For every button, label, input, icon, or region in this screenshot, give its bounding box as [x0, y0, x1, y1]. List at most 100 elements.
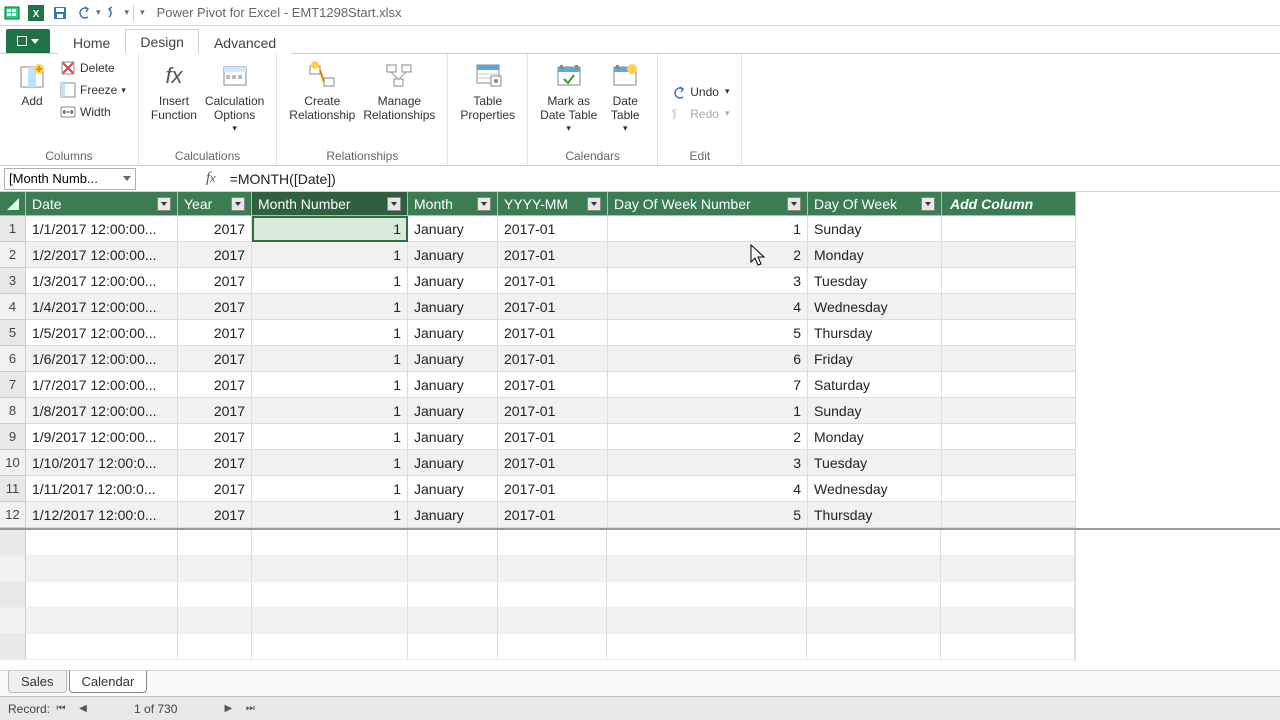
cell-month[interactable]: January — [408, 372, 498, 398]
cell-add[interactable] — [942, 346, 1076, 372]
cell-dow-num[interactable]: 1 — [608, 216, 808, 242]
cell-month-number[interactable]: 1 — [252, 450, 408, 476]
cell-month[interactable]: January — [408, 502, 498, 528]
filter-icon[interactable] — [587, 197, 601, 211]
row-header[interactable]: 2 — [0, 242, 26, 268]
cell-month[interactable]: January — [408, 450, 498, 476]
add-column-button[interactable]: Add — [8, 58, 56, 147]
file-tab[interactable] — [6, 29, 50, 53]
tab-advanced[interactable]: Advanced — [199, 30, 291, 54]
cell-dow[interactable]: Tuesday — [808, 450, 942, 476]
mark-date-table-button[interactable]: Mark as Date Table▾ — [536, 58, 601, 147]
undo-ribbon-button[interactable]: Undo▾ — [666, 82, 733, 102]
name-box[interactable]: [Month Numb... — [4, 168, 136, 190]
row-header[interactable]: 1 — [0, 216, 26, 242]
cell-date[interactable]: 1/2/2017 12:00:00... — [26, 242, 178, 268]
date-table-button[interactable]: Date Table▾ — [601, 58, 649, 147]
row-header[interactable]: 7 — [0, 372, 26, 398]
cell-dow[interactable]: Saturday — [808, 372, 942, 398]
insert-function-button[interactable]: fx Insert Function — [147, 58, 201, 147]
cell-year[interactable]: 2017 — [178, 398, 252, 424]
cell-year[interactable]: 2017 — [178, 320, 252, 346]
cell-dow[interactable]: Monday — [808, 242, 942, 268]
cell-month[interactable]: January — [408, 424, 498, 450]
last-record-button[interactable]: ⏭ — [241, 701, 259, 717]
cell-dow[interactable]: Monday — [808, 424, 942, 450]
cell-month-number[interactable]: 1 — [252, 502, 408, 528]
filter-icon[interactable] — [921, 197, 935, 211]
freeze-button[interactable]: Freeze▾ — [56, 80, 130, 100]
cell-yyyy-mm[interactable]: 2017-01 — [498, 320, 608, 346]
cell-month-number[interactable]: 1 — [252, 320, 408, 346]
cell-add[interactable] — [942, 502, 1076, 528]
filter-icon[interactable] — [387, 197, 401, 211]
cell-add[interactable] — [942, 268, 1076, 294]
calculation-options-button[interactable]: Calculation Options▾ — [201, 58, 268, 147]
fx-icon[interactable]: fx — [206, 170, 216, 187]
cell-add[interactable] — [942, 398, 1076, 424]
cell-date[interactable]: 1/4/2017 12:00:00... — [26, 294, 178, 320]
cell-month[interactable]: January — [408, 398, 498, 424]
cell-year[interactable]: 2017 — [178, 268, 252, 294]
cell-date[interactable]: 1/6/2017 12:00:00... — [26, 346, 178, 372]
cell-dow-num[interactable]: 4 — [608, 476, 808, 502]
table-properties-button[interactable]: Table Properties — [456, 58, 519, 147]
cell-add[interactable] — [942, 294, 1076, 320]
cell-add[interactable] — [942, 450, 1076, 476]
filter-icon[interactable] — [231, 197, 245, 211]
sheet-tab-calendar[interactable]: Calendar — [69, 671, 148, 693]
cell-yyyy-mm[interactable]: 2017-01 — [498, 294, 608, 320]
cell-month-number[interactable]: 1 — [252, 372, 408, 398]
cell-month[interactable]: January — [408, 294, 498, 320]
cell-yyyy-mm[interactable]: 2017-01 — [498, 398, 608, 424]
cell-year[interactable]: 2017 — [178, 502, 252, 528]
row-header[interactable]: 4 — [0, 294, 26, 320]
add-column-header[interactable]: Add Column — [942, 192, 1076, 216]
cell-month-number[interactable]: 1 — [252, 294, 408, 320]
cell-dow[interactable]: Friday — [808, 346, 942, 372]
row-header[interactable]: 10 — [0, 450, 26, 476]
sheet-tab-sales[interactable]: Sales — [8, 671, 67, 693]
cell-yyyy-mm[interactable]: 2017-01 — [498, 424, 608, 450]
cell-year[interactable]: 2017 — [178, 372, 252, 398]
cell-dow-num[interactable]: 3 — [608, 268, 808, 294]
cell-month-number[interactable]: 1 — [252, 398, 408, 424]
row-header[interactable]: 12 — [0, 502, 26, 528]
cell-date[interactable]: 1/9/2017 12:00:00... — [26, 424, 178, 450]
cell-date[interactable]: 1/5/2017 12:00:00... — [26, 320, 178, 346]
redo-button[interactable] — [102, 2, 124, 24]
cell-yyyy-mm[interactable]: 2017-01 — [498, 242, 608, 268]
cell-dow[interactable]: Wednesday — [808, 476, 942, 502]
cell-yyyy-mm[interactable]: 2017-01 — [498, 268, 608, 294]
cell-year[interactable]: 2017 — [178, 216, 252, 242]
cell-date[interactable]: 1/11/2017 12:00:0... — [26, 476, 178, 502]
cell-yyyy-mm[interactable]: 2017-01 — [498, 502, 608, 528]
cell-add[interactable] — [942, 372, 1076, 398]
cell-year[interactable]: 2017 — [178, 450, 252, 476]
col-header-month[interactable]: Month — [408, 192, 498, 216]
cell-month-number[interactable]: 1 — [252, 476, 408, 502]
width-button[interactable]: Width — [56, 102, 130, 122]
prev-record-button[interactable]: ◀ — [74, 701, 92, 717]
cell-dow[interactable]: Thursday — [808, 320, 942, 346]
cell-dow[interactable]: Thursday — [808, 502, 942, 528]
cell-month[interactable]: January — [408, 242, 498, 268]
filter-icon[interactable] — [157, 197, 171, 211]
cell-month[interactable]: January — [408, 216, 498, 242]
cell-month[interactable]: January — [408, 346, 498, 372]
cell-date[interactable]: 1/1/2017 12:00:00... — [26, 216, 178, 242]
row-header[interactable]: 9 — [0, 424, 26, 450]
cell-year[interactable]: 2017 — [178, 294, 252, 320]
cell-dow-num[interactable]: 2 — [608, 242, 808, 268]
select-all-corner[interactable] — [0, 192, 26, 216]
cell-date[interactable]: 1/10/2017 12:00:0... — [26, 450, 178, 476]
col-header-yyyy-mm[interactable]: YYYY-MM — [498, 192, 608, 216]
row-header[interactable]: 11 — [0, 476, 26, 502]
cell-add[interactable] — [942, 320, 1076, 346]
undo-button[interactable] — [73, 2, 95, 24]
tab-home[interactable]: Home — [58, 30, 125, 54]
cell-month[interactable]: January — [408, 476, 498, 502]
cell-dow-num[interactable]: 6 — [608, 346, 808, 372]
first-record-button[interactable]: ⏮ — [52, 701, 70, 717]
cell-year[interactable]: 2017 — [178, 424, 252, 450]
